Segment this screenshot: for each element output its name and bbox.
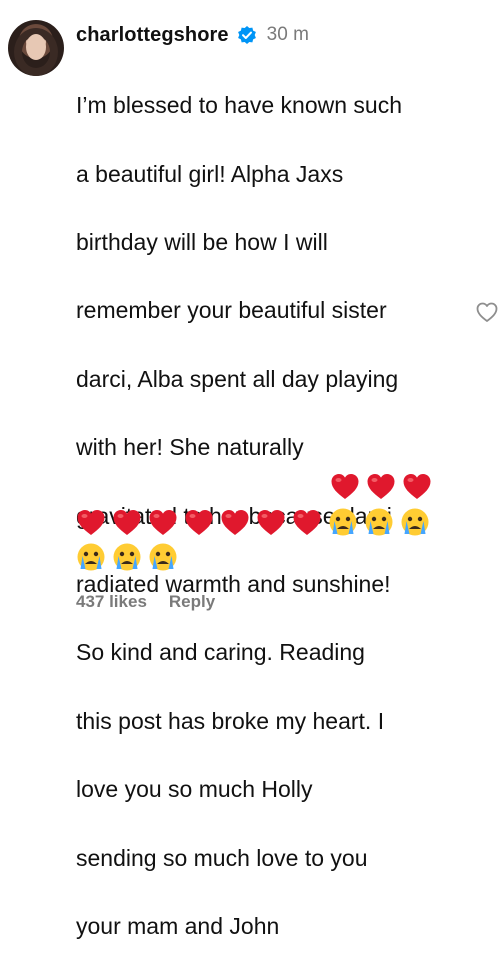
- heart-icon: [185, 510, 213, 535]
- emoji-row-2: [76, 507, 430, 537]
- crying-face-icon: [401, 508, 429, 536]
- heart-icon: [149, 510, 177, 535]
- avatar[interactable]: [8, 20, 64, 76]
- comment-line: darci, Alba spent all day playing: [76, 365, 399, 392]
- emoji-row-3: [76, 542, 178, 572]
- comment-line: with her! She naturally: [76, 434, 304, 461]
- like-heart-icon[interactable]: [475, 300, 499, 324]
- comment-line: this post has broke my heart. I: [76, 707, 385, 734]
- comment-line: love you so much Holly: [76, 776, 313, 803]
- comment-footer: 437 likes Reply: [76, 592, 215, 612]
- heart-icon: [113, 510, 141, 535]
- heart-icon: [403, 474, 431, 499]
- crying-face-icon: [113, 543, 141, 571]
- comment-line: remember your beautiful sister: [76, 297, 387, 324]
- crying-face-icon: [329, 508, 357, 536]
- emoji-row-1: [330, 472, 432, 500]
- comment-header: charlottegshore 30 m: [76, 22, 309, 48]
- crying-face-icon: [365, 508, 393, 536]
- crying-face-icon: [149, 543, 177, 571]
- comment-line: birthday will be how I will: [76, 229, 328, 256]
- heart-icon: [331, 474, 359, 499]
- reply-button[interactable]: Reply: [169, 592, 215, 612]
- username[interactable]: charlottegshore: [76, 24, 229, 47]
- heart-icon: [257, 510, 285, 535]
- crying-face-icon: [77, 543, 105, 571]
- comment-line: I’m blessed to have known such: [76, 92, 403, 119]
- comment-line: your mam and John: [76, 913, 280, 940]
- heart-icon: [77, 510, 105, 535]
- timestamp: 30 m: [266, 24, 309, 45]
- heart-icon: [221, 510, 249, 535]
- heart-icon: [367, 474, 395, 499]
- heart-icon: [293, 510, 321, 535]
- likes-count[interactable]: 437 likes: [76, 592, 147, 612]
- comment-line: So kind and caring. Reading: [76, 639, 365, 666]
- comment-line: a beautiful girl! Alpha Jaxs: [76, 160, 344, 187]
- verified-badge-icon: [237, 26, 256, 44]
- comment-line: sending so much love to you: [76, 844, 368, 871]
- avatar-face: [26, 34, 46, 60]
